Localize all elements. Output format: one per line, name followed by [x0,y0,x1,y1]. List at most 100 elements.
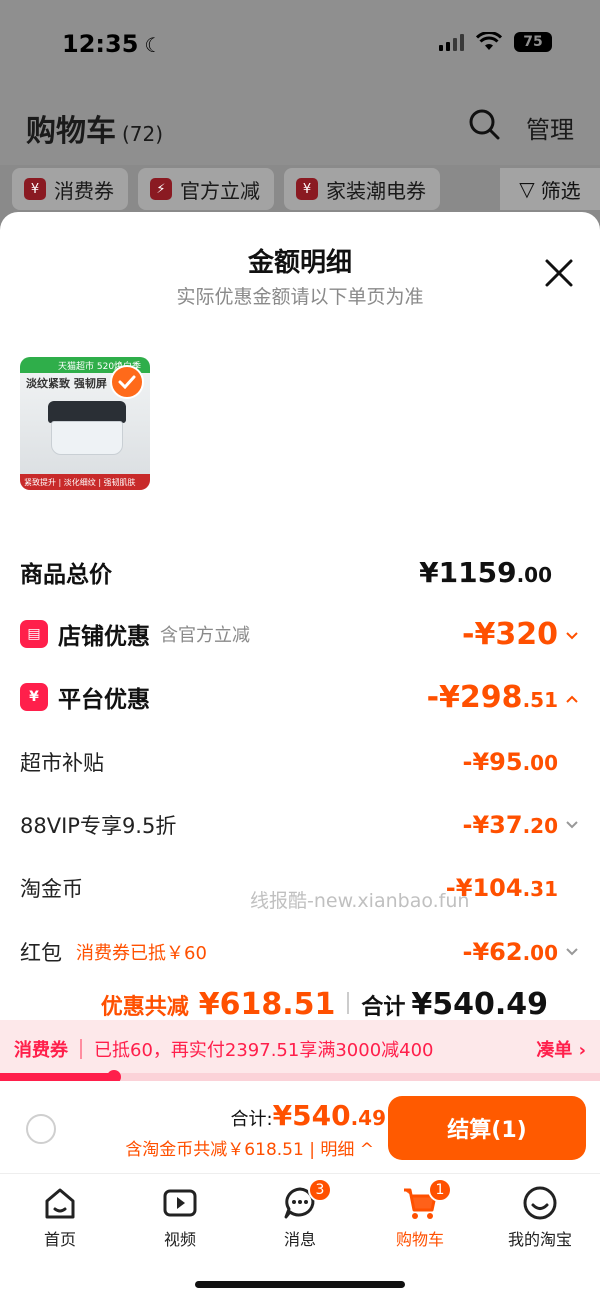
coupon-icon: ¥ [20,683,48,711]
checkout-button[interactable]: 结算(1) [388,1096,586,1160]
summary-total-value: ¥540.49 [411,987,548,1020]
checkout-total-dec: .49 [350,1106,386,1130]
platform-discount-int: -¥298 [426,679,523,715]
checkout-bar: 合计: ¥540 .49 含淘金币共减￥618.51 | 明细 ^ 结算(1) [0,1081,600,1173]
tab-label: 购物车 [395,1230,444,1249]
profile-icon [523,1186,557,1220]
cream-jar [48,401,126,457]
item-dec: .20 [522,814,558,838]
item-label: 红包 [20,941,62,965]
coupon-strip[interactable]: 消费券 已抵60，再实付2397.51享满3000减400 凑单 › [0,1020,600,1078]
item-label: 88VIP专享9.5折 [20,814,177,838]
select-all-checkbox[interactable] [26,1114,56,1144]
tab-home[interactable]: 首页 [0,1174,120,1300]
home-indicator [195,1281,405,1288]
cart-title-text: 购物车 [26,114,116,149]
platform-discount-value: -¥298.51 [427,680,580,715]
coupon-label: 消费券 [14,1040,68,1061]
thumb-footer: 紧致提升 | 淡化细纹 | 强韧肌肤 [20,474,150,490]
discount-item-row[interactable]: 88VIP专享9.5折 -¥37.20 [20,805,580,845]
search-icon[interactable] [468,108,500,140]
item-int: -¥37 [462,811,523,839]
goods-total-int: ¥1159 [419,555,517,589]
coupon-progress-fill [0,1073,114,1081]
discount-item-row[interactable]: 红包 消费券已抵￥60 -¥62.00 [20,932,580,972]
goods-total-dec: .00 [516,562,552,587]
filter-icon: ▽ [519,177,535,201]
product-image[interactable]: 天猫超市 520焕白季 淡纹紧致 强韧屏 紧致提升 | 淡化细纹 | 强韧肌肤 [20,357,150,490]
checkout-total: 合计: ¥540 .49 [231,1099,386,1132]
store-discount-label: 店铺优惠 [58,624,150,650]
coupon-icon: ¥ [24,178,46,200]
chip-official-discount[interactable]: ⚡ 官方立减 [138,168,274,210]
battery-icon: 75 [514,32,552,52]
item-note: 消费券已抵￥60 [76,943,207,964]
sheet-title: 金额明细 [247,248,352,278]
item-dec: .31 [522,877,558,901]
signal-icon [439,33,464,51]
chevron-up-icon: ^ [354,1140,374,1160]
battery-level: 75 [523,34,543,50]
tab-label: 首页 [43,1230,76,1249]
item-value: -¥95.00 [463,748,581,776]
manage-button[interactable]: 管理 [526,110,574,145]
tab-label: 消息 [283,1230,316,1249]
amount-detail-sheet: 金额明细 实际优惠金额请以下单页为准 天猫超市 520焕白季 淡纹紧致 强韧屏 … [0,212,600,1020]
chevron-down-icon [566,948,578,956]
chevron-right-icon: › [572,1040,586,1061]
item-dec: .00 [522,941,558,965]
video-icon [163,1189,197,1217]
item-int: -¥62 [462,938,523,966]
add-items-label: 凑单 [536,1040,573,1061]
status-time: 12:35 ☾ [62,30,162,58]
coupon-icon: ¥ [296,178,318,200]
filter-label: 筛选 [540,178,581,203]
filter-button[interactable]: ▽ 筛选 [500,168,600,210]
cart-header: 购物车 (72) 管理 [0,90,600,165]
cart-badge: 1 [428,1178,452,1202]
checkout-detail-text: 含淘金币共减￥618.51 | 明细 [125,1140,355,1160]
coupon-progress-bar [0,1070,600,1084]
lightning-icon: ⚡ [150,178,172,200]
item-value: -¥62.00 [463,938,581,966]
store-discount-value: -¥320 [462,617,580,652]
chip-home-coupon[interactable]: ¥ 家装潮电券 [284,168,440,210]
checkout-detail-toggle[interactable]: 含淘金币共减￥618.51 | 明细 ^ [125,1135,374,1160]
summary-total-label: 合计 [361,995,406,1020]
chevron-down-icon [566,821,578,829]
store-discount-row[interactable]: ▤ 店铺优惠 含官方立减 -¥320 [20,614,580,654]
selected-check-icon [110,365,144,399]
message-badge: 3 [308,1178,332,1202]
tab-profile[interactable]: 我的淘宝 [480,1174,600,1300]
goods-total-row: 商品总价 ¥1159.00 [20,552,580,592]
thumb-slogan: 淡纹紧致 强韧屏 [26,377,107,390]
add-items-link[interactable]: 凑单 › [536,1036,586,1062]
close-icon[interactable] [544,258,574,288]
item-label: 超市补贴 [20,751,104,775]
platform-discount-row[interactable]: ¥ 平台优惠 -¥298.51 [20,677,580,717]
item-value: -¥37.20 [463,811,581,839]
tab-label: 视频 [163,1230,196,1249]
chip-label: 官方立减 [180,178,260,203]
watermark: 线报酷-new.xianbao.fun [250,890,470,912]
goods-total-value: ¥1159.00 [419,556,552,589]
status-bar: 12:35 ☾ 75 [0,0,600,90]
chip-consumer-coupon[interactable]: ¥ 消费券 [12,168,128,210]
summary-discount-value: ¥618.51 [198,987,336,1020]
wifi-icon [476,32,502,50]
chevron-up-icon [566,695,578,703]
cart-count: (72) [122,122,164,146]
store-icon: ▤ [20,620,48,648]
divider [80,1039,82,1059]
sheet-subtitle: 实际优惠金额请以下单页为准 [176,286,424,308]
checkout-total-label: 合计: [230,1109,273,1130]
chip-label: 家装潮电券 [326,178,426,203]
goods-total-label: 商品总价 [20,562,112,588]
item-dec: .00 [522,751,558,775]
coupon-text: 已抵60，再实付2397.51享满3000减400 [94,1040,434,1061]
summary-discount-label: 优惠共减 [100,995,189,1020]
clock: 12:35 [62,30,139,58]
platform-discount-dec: .51 [522,687,558,712]
chevron-down-icon [566,631,578,639]
tab-label: 我的淘宝 [507,1230,572,1249]
